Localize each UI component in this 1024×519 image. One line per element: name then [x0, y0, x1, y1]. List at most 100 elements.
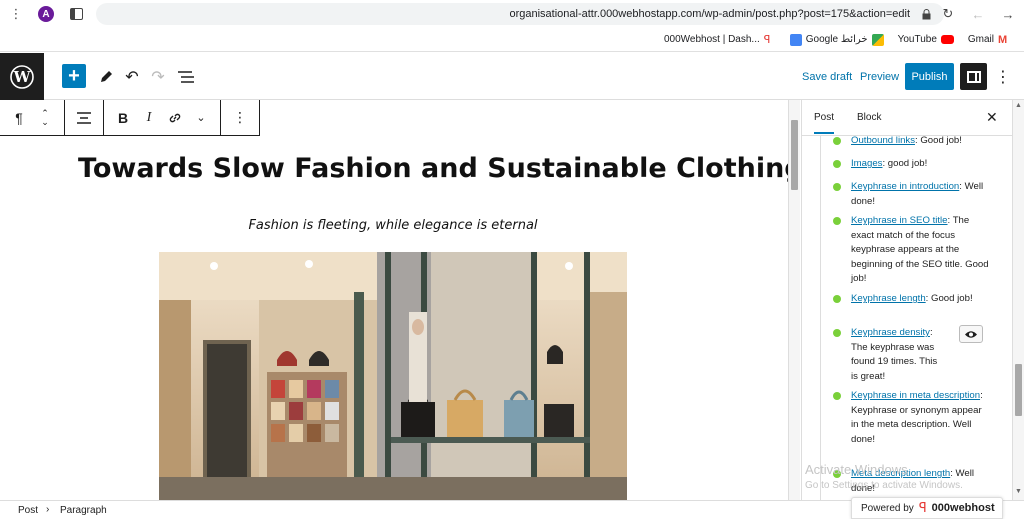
breadcrumb-post[interactable]: Post	[18, 505, 38, 516]
seo-result-item: Keyphrase in SEO title: The exact match …	[821, 214, 991, 287]
seo-result-text: : Good job!	[925, 293, 973, 304]
good-status-icon	[833, 392, 841, 400]
highlight-keyphrase-button[interactable]	[959, 325, 983, 343]
powered-by-label: Powered by	[861, 502, 914, 514]
bookmark-webhost[interactable]: 000Webhost | Dash... ꟼ	[664, 34, 776, 46]
move-up-down-icon[interactable]: ⌃ ⌄	[32, 104, 58, 132]
bookmark-gmail[interactable]: Gmail M	[968, 34, 1010, 46]
bookmark-label: YouTube	[897, 34, 937, 45]
activate-windows-title: Activate Windows	[805, 462, 908, 477]
bold-icon[interactable]: B	[110, 104, 136, 132]
lock-icon[interactable]	[918, 6, 934, 22]
editor-header: W + ↶ ↷ Save draft Preview Publish ⋮	[0, 53, 1024, 100]
seo-result-link[interactable]: Keyphrase length	[851, 293, 926, 304]
forward-arrow-icon[interactable]: →	[1000, 6, 1016, 22]
back-arrow-icon[interactable]: ←	[970, 6, 986, 22]
settings-panel-icon[interactable]	[960, 63, 987, 90]
options-more-icon[interactable]: ⋮	[995, 67, 1011, 87]
more-vert-icon[interactable]: ⋮	[8, 6, 24, 22]
settings-sidebar: Post Block ✕ Outbound links: Good job! I…	[801, 100, 1013, 500]
bookmark-youtube[interactable]: YouTube	[898, 34, 954, 45]
eye-icon	[965, 330, 977, 338]
wordpress-logo-icon[interactable]: W	[0, 53, 44, 100]
align-text-icon[interactable]	[71, 104, 97, 132]
editor-canvas: Towards Slow Fashion and Sustainable Clo…	[0, 136, 788, 500]
activate-windows-subtitle: Go to Settings to activate Windows.	[805, 480, 963, 491]
paragraph-block[interactable]: Fashion is fleeting, while elegance is e…	[0, 218, 786, 233]
seo-result-text: : Good job!	[915, 136, 962, 146]
good-status-icon	[833, 137, 841, 145]
good-status-icon	[833, 217, 841, 225]
seo-result-link[interactable]: Keyphrase density	[851, 327, 930, 338]
maps-icon	[871, 33, 884, 46]
youtube-icon	[940, 35, 954, 44]
seo-result-link[interactable]: Outbound links	[851, 136, 915, 146]
docs-icon	[789, 33, 802, 46]
seo-result-item: Keyphrase length: Good job!	[821, 292, 991, 307]
tab-post[interactable]: Post	[814, 112, 835, 134]
gmail-icon: M	[998, 33, 1008, 46]
edit-tool-pencil-icon[interactable]	[96, 67, 116, 87]
good-status-icon	[833, 183, 841, 191]
block-toolbar: ¶ ⌃ ⌄ B I ⌄ ⋮	[0, 100, 260, 136]
bookmarks-bar: 000Webhost | Dash... ꟼ Google خرائط YouT…	[0, 28, 1024, 52]
scroll-up-arrow-icon[interactable]: ▲	[1015, 102, 1022, 109]
chevron-right-icon: ›	[46, 504, 50, 515]
preview-button[interactable]: Preview	[860, 71, 899, 83]
breadcrumb-paragraph[interactable]: Paragraph	[60, 505, 107, 516]
block-options-icon[interactable]: ⋮	[227, 104, 253, 132]
bookmark-label: 000Webhost | Dash...	[663, 34, 760, 45]
italic-icon[interactable]: I	[136, 104, 162, 132]
link-icon[interactable]	[162, 104, 188, 132]
seo-result-text: : good job!	[882, 158, 928, 169]
close-icon[interactable]: ✕	[986, 109, 998, 126]
browser-toolbar: ⋮ A ☆ organisational-attr.000webhostapp.…	[0, 0, 1024, 28]
sidebar-scroll-thumb[interactable]	[1015, 364, 1022, 416]
webhost-icon: ꟼ	[763, 33, 771, 46]
post-title[interactable]: Towards Slow Fashion and Sustainable Clo…	[78, 153, 788, 184]
powered-by-badge[interactable]: Powered by ꟼ 000webhost	[851, 497, 1003, 519]
bookmark-label: Gmail	[967, 34, 994, 45]
featured-store-image[interactable]	[159, 252, 627, 500]
add-block-button[interactable]: +	[62, 64, 86, 88]
canvas-scroll-thumb[interactable]	[791, 120, 798, 190]
sidebar-panel-icon[interactable]	[68, 6, 84, 22]
bookmark-label: Google خرائط	[805, 34, 868, 45]
tab-block[interactable]: Block	[857, 112, 881, 123]
document-overview-icon[interactable]	[176, 67, 196, 87]
seo-result-link[interactable]: Images	[851, 158, 882, 169]
address-bar[interactable]: organisational-attr.000webhostapp.com/wp…	[96, 3, 944, 25]
paragraph-icon[interactable]: ¶	[6, 104, 32, 132]
publish-button[interactable]: Publish	[905, 63, 954, 90]
seo-result-item: Keyphrase in meta description: Keyphrase…	[821, 389, 991, 447]
undo-icon[interactable]: ↶	[122, 67, 142, 87]
sidebar-tabs: Post Block ✕	[802, 100, 1013, 136]
block-type-group: ¶ ⌃ ⌄	[0, 100, 65, 135]
webhost-logo-icon: ꟼ	[918, 500, 927, 515]
seo-result-link[interactable]: Keyphrase in introduction	[851, 181, 959, 192]
seo-result-item: Outbound links: Good job!	[821, 136, 991, 149]
reload-icon[interactable]: ↻	[940, 6, 956, 22]
seo-analysis-panel: Outbound links: Good job! Images: good j…	[820, 136, 1003, 500]
good-status-icon	[833, 329, 841, 337]
store-interior-illustration	[159, 252, 627, 500]
good-status-icon	[833, 295, 841, 303]
bookmark-google-maps[interactable]: Google خرائط	[789, 33, 884, 46]
format-group: B I ⌄	[104, 100, 221, 135]
seo-result-link[interactable]: Keyphrase in meta description	[851, 390, 980, 401]
good-status-icon	[833, 160, 841, 168]
svg-text:W: W	[13, 68, 32, 86]
save-draft-button[interactable]: Save draft	[802, 71, 852, 83]
canvas-scrollbar[interactable]	[788, 100, 800, 500]
scroll-down-arrow-icon[interactable]: ▼	[1015, 488, 1022, 495]
seo-result-link[interactable]: Keyphrase in SEO title	[851, 215, 948, 226]
seo-result-item: Keyphrase density: The keyphrase was fou…	[821, 326, 946, 384]
align-group	[65, 100, 104, 135]
profile-avatar[interactable]: A	[38, 6, 54, 22]
seo-result-item: Keyphrase in introduction: Well done!	[821, 180, 991, 209]
sidebar-scrollbar[interactable]: ▲ ▼	[1012, 100, 1024, 500]
options-group: ⋮	[221, 100, 259, 135]
chevron-down-icon[interactable]: ⌄	[188, 104, 214, 132]
powered-by-brand: 000webhost	[931, 502, 995, 514]
redo-icon[interactable]: ↷	[148, 67, 168, 87]
